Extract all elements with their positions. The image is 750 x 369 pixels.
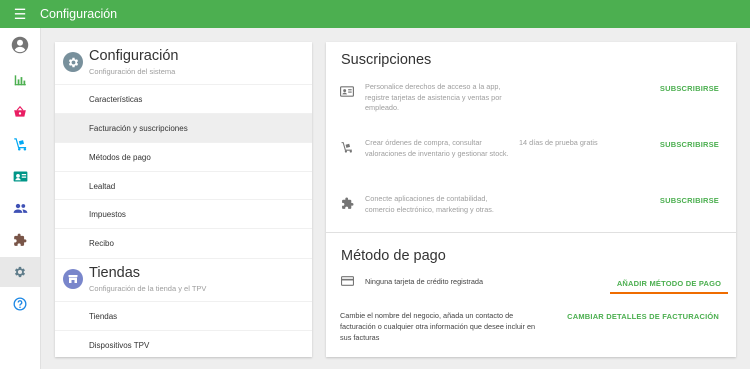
top-app-bar: ☰ Configuración <box>0 0 750 28</box>
menu-item-features[interactable]: Características <box>55 84 312 113</box>
section-divider <box>326 232 736 233</box>
dolly-icon <box>13 137 26 150</box>
section-subtitle: Configuración del sistema <box>89 67 176 76</box>
dolly-icon <box>340 141 354 153</box>
people-icon <box>13 203 27 213</box>
subscribe-employee-button[interactable]: SUBSCRIBIRSE <box>660 84 719 93</box>
gear-icon <box>63 52 83 72</box>
store-icon <box>63 269 83 289</box>
nav-settings[interactable] <box>0 257 40 287</box>
nav-sales[interactable] <box>0 97 40 127</box>
nav-inventory[interactable] <box>0 129 40 159</box>
advanced-inventory-description: Crear órdenes de compra, consultar valor… <box>365 138 509 158</box>
settings-menu-card: Configuración Configuración del sistema … <box>55 42 312 357</box>
nav-employees[interactable] <box>0 161 40 191</box>
change-billing-details-button[interactable]: CAMBIAR DETALLES DE FACTURACIÓN <box>567 312 719 321</box>
credit-card-icon <box>340 275 354 287</box>
gear-icon <box>14 266 26 278</box>
section-title: Tiendas <box>89 265 141 281</box>
subscriptions-title: Suscripciones <box>341 52 432 68</box>
menu-item-loyalty[interactable]: Lealtad <box>55 171 312 200</box>
section-title: Configuración <box>89 48 179 64</box>
account-circle-icon <box>11 36 29 54</box>
menu-item-taxes[interactable]: Impuestos <box>55 199 312 228</box>
nav-account[interactable] <box>0 30 40 60</box>
menu-item-pos-devices[interactable]: Dispositivos TPV <box>55 330 312 359</box>
puzzle-icon <box>340 197 354 209</box>
nav-customers[interactable] <box>0 193 40 223</box>
nav-reports[interactable] <box>0 65 40 95</box>
payment-method-title: Método de pago <box>341 248 446 264</box>
employee-management-description: Personalice derechos de acceso a la app,… <box>365 82 502 112</box>
help-icon <box>13 297 27 311</box>
billing-content-card: Suscripciones Personalice derechos de ac… <box>326 42 736 357</box>
subscribe-integrations-button[interactable]: SUBSCRIBIRSE <box>660 196 719 205</box>
add-payment-method-button[interactable]: AÑADIR MÉTODO DE PAGO <box>610 274 728 294</box>
section-subtitle: Configuración de la tienda y el TPV <box>89 284 207 293</box>
navigation-rail <box>0 28 41 369</box>
menu-item-billing[interactable]: Facturación y suscripciones <box>55 113 312 142</box>
basket-icon <box>14 105 26 117</box>
integrations-description: Conecte aplicaciones de contabilidad, co… <box>365 194 494 214</box>
nav-integrations[interactable] <box>0 225 40 255</box>
badge-icon <box>340 85 354 97</box>
free-trial-label: 14 días de prueba gratis <box>519 138 598 147</box>
menu-item-stores[interactable]: Tiendas <box>55 301 312 330</box>
bar-chart-icon <box>14 75 26 86</box>
app-title: Configuración <box>40 7 118 21</box>
menu-icon[interactable]: ☰ <box>0 0 40 28</box>
badge-icon <box>13 171 27 181</box>
no-card-text: Ninguna tarjeta de crédito registrada <box>365 277 484 286</box>
subscribe-inventory-button[interactable]: SUBSCRIBIRSE <box>660 140 719 149</box>
menu-item-payment-methods[interactable]: Métodos de pago <box>55 142 312 171</box>
stores-settings-header: Tiendas Configuración de la tienda y el … <box>55 258 312 298</box>
system-settings-header: Configuración Configuración del sistema <box>55 42 312 82</box>
puzzle-icon <box>14 233 27 246</box>
nav-help[interactable] <box>0 289 40 319</box>
menu-item-receipt[interactable]: Recibo <box>55 228 312 257</box>
billing-details-description: Cambie el nombre del negocio, añada un c… <box>340 311 536 342</box>
